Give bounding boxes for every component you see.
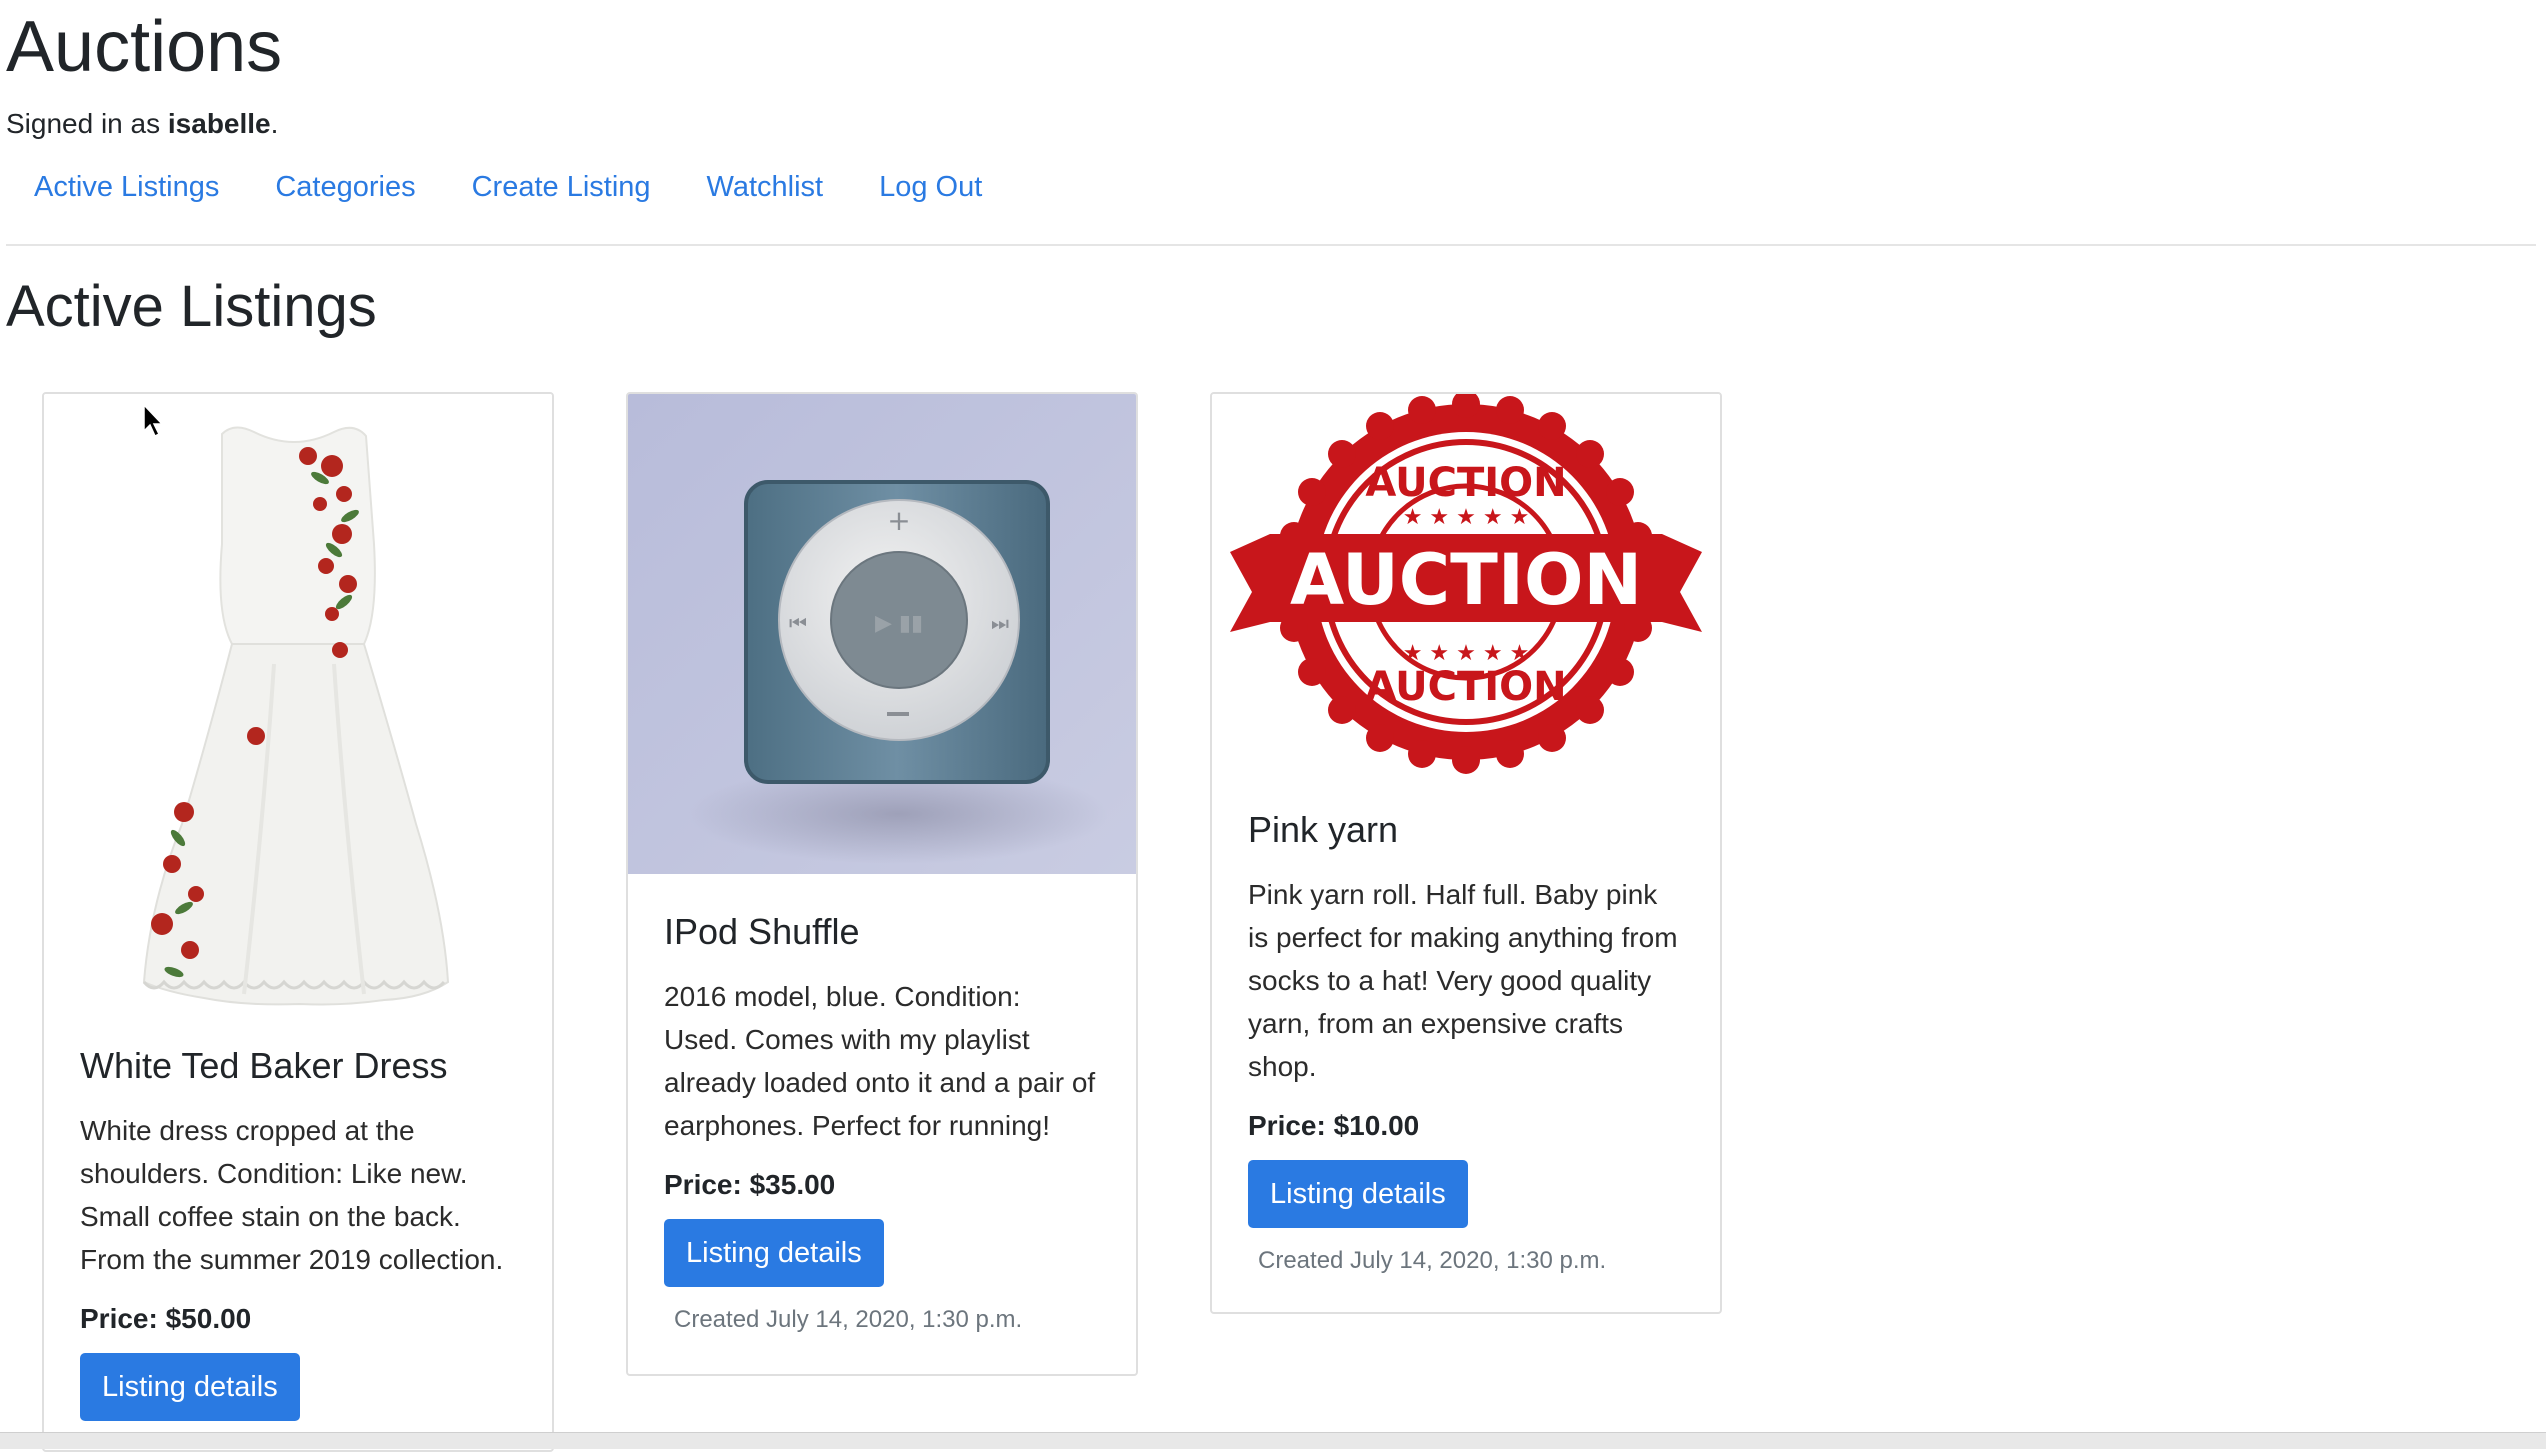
svg-text:★ ★ ★ ★ ★: ★ ★ ★ ★ ★: [1403, 505, 1530, 530]
dress-image: [44, 394, 552, 1044]
listing-card-ipod: + ⏮ ⏭ ▶ ▮▮ IPod Shuffle 2016 model, blue…: [626, 392, 1138, 1376]
nav-link-log-out[interactable]: Log Out: [851, 156, 1010, 218]
nav-link-watchlist[interactable]: Watchlist: [679, 156, 852, 218]
nav-item-active-listings: Active Listings: [6, 156, 247, 218]
main-nav: Active Listings Categories Create Listin…: [6, 156, 1010, 218]
stamp-top-text: AUCTION: [1365, 460, 1566, 506]
card-body-ipod: IPod Shuffle 2016 model, blue. Condition…: [628, 874, 1136, 1367]
stamp-bottom-text: AUCTION: [1365, 664, 1566, 710]
nav-item-create-listing: Create Listing: [444, 156, 679, 218]
card-body-yarn: Pink yarn Pink yarn roll. Half full. Bab…: [1212, 774, 1720, 1308]
svg-text:⏮: ⏮: [789, 611, 807, 635]
listing-image-dress: [44, 394, 552, 1044]
username: isabelle: [167, 108, 271, 139]
nav-link-create-listing[interactable]: Create Listing: [444, 156, 679, 218]
signed-in-suffix: .: [270, 108, 279, 139]
svg-text:▶ ▮▮: ▶ ▮▮: [875, 611, 923, 636]
nav-item-watchlist: Watchlist: [679, 156, 852, 218]
listing-price: Price: $10.00: [1248, 1110, 1420, 1142]
stamp-main-text: AUCTION: [1290, 539, 1642, 621]
listing-details-button[interactable]: Listing details: [80, 1353, 300, 1422]
listing-title: White Ted Baker Dress: [80, 1045, 448, 1086]
listing-title: Pink yarn: [1248, 809, 1399, 850]
mouse-cursor-icon: [143, 404, 164, 438]
signed-in-prefix: Signed in as: [6, 108, 168, 139]
app-title: Auctions: [6, 7, 283, 87]
listing-details-button[interactable]: Listing details: [1248, 1160, 1468, 1229]
listing-image-ipod: + ⏮ ⏭ ▶ ▮▮: [628, 394, 1136, 874]
listing-details-button[interactable]: Listing details: [664, 1219, 884, 1288]
section-title: Active Listings: [6, 274, 377, 339]
listing-card-yarn: AUCTION AUCTION AUCTION ★ ★ ★ ★ ★ ★ ★ ★ …: [1210, 392, 1722, 1314]
ipod-image: + ⏮ ⏭ ▶ ▮▮: [628, 394, 1136, 874]
listing-image-yarn: AUCTION AUCTION AUCTION ★ ★ ★ ★ ★ ★ ★ ★ …: [1212, 394, 1720, 774]
listing-description: 2016 model, blue. Condition: Used. Comes…: [664, 981, 1096, 1142]
listing-price: Price: $35.00: [664, 1169, 836, 1201]
nav-item-categories: Categories: [247, 156, 443, 218]
auction-stamp-image: AUCTION AUCTION AUCTION ★ ★ ★ ★ ★ ★ ★ ★ …: [1212, 394, 1720, 774]
svg-text:★ ★ ★ ★ ★: ★ ★ ★ ★ ★: [1403, 641, 1530, 666]
listing-price: Price: $50.00: [80, 1303, 252, 1335]
nav-item-log-out: Log Out: [851, 156, 1010, 218]
listing-card-dress: White Ted Baker Dress White dress croppe…: [42, 392, 554, 1452]
listing-created-date: Created July 14, 2020, 1:30 p.m.: [1258, 1247, 1607, 1275]
svg-text:⏭: ⏭: [991, 611, 1009, 635]
nav-link-active-listings[interactable]: Active Listings: [6, 156, 247, 218]
svg-text:+: +: [887, 504, 910, 537]
signed-in-status: Signed in as isabelle.: [6, 104, 278, 144]
listing-created-date: Created July 14, 2020, 1:30 p.m.: [674, 1306, 1023, 1334]
window-bottom-edge: [0, 1432, 2546, 1449]
listing-description: White dress cropped at the shoulders. Co…: [80, 1115, 504, 1276]
nav-link-categories[interactable]: Categories: [247, 156, 443, 218]
header-divider: [6, 244, 2536, 246]
listing-description: Pink yarn roll. Half full. Baby pink is …: [1248, 879, 1678, 1083]
listing-title: IPod Shuffle: [664, 911, 860, 952]
card-body-dress: White Ted Baker Dress White dress croppe…: [44, 1044, 552, 1450]
